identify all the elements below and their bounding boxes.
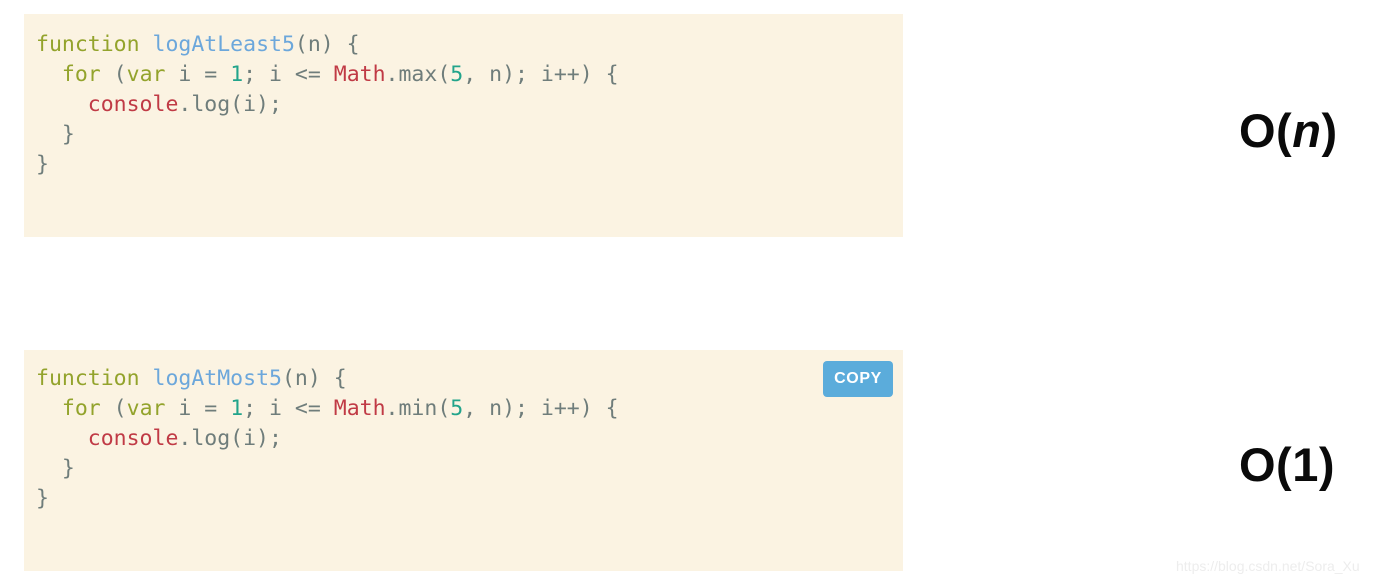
code-token: , n); i++) { <box>463 396 619 421</box>
watermark: https://blog.csdn.net/Sora_Xu <box>1176 558 1360 574</box>
code-token: 5 <box>450 396 464 421</box>
code-token: } <box>36 486 49 511</box>
code-block-log-at-least-5: function logAtLeast5(n) { for (var i = 1… <box>24 14 903 237</box>
code-text: function logAtMost5(n) { for (var i = 1;… <box>36 364 885 514</box>
code-token: .max( <box>385 62 451 87</box>
copy-button[interactable]: COPY <box>823 361 893 397</box>
code-token: function <box>36 366 140 391</box>
code-token: Math <box>333 396 386 421</box>
code-token: .min( <box>385 396 451 421</box>
code-token: ( <box>100 62 127 87</box>
code-token: Math <box>333 62 386 87</box>
code-token: } <box>36 152 49 177</box>
code-token: } <box>36 456 75 481</box>
code-token: ; i <= <box>243 62 334 87</box>
code-token: i = <box>165 396 231 421</box>
code-text: function logAtLeast5(n) { for (var i = 1… <box>36 30 885 180</box>
code-token: var <box>126 62 166 87</box>
code-token: , n); i++) { <box>463 62 619 87</box>
code-token: var <box>126 396 166 421</box>
code-token: .log(i); <box>178 92 282 117</box>
complexity-prefix: O( <box>1239 104 1293 157</box>
code-token: i = <box>165 62 231 87</box>
code-block-log-at-most-5: function logAtMost5(n) { for (var i = 1;… <box>24 350 903 571</box>
complexity-prefix: O( <box>1239 438 1293 491</box>
code-token: (n) { <box>294 32 360 57</box>
code-token: function <box>36 32 140 57</box>
code-token: 1 <box>230 396 244 421</box>
code-token: (n) { <box>281 366 347 391</box>
complexity-label-o1: O(1) <box>1239 437 1335 492</box>
complexity-constant: 1 <box>1292 438 1319 491</box>
code-token: 1 <box>230 62 244 87</box>
code-token: logAtLeast5 <box>152 32 295 57</box>
code-token: .log(i); <box>178 426 282 451</box>
complexity-variable: n <box>1292 104 1322 157</box>
complexity-suffix: ) <box>1318 438 1336 491</box>
complexity-suffix: ) <box>1321 104 1338 157</box>
code-token: console <box>87 426 179 451</box>
code-token: for <box>61 396 101 421</box>
code-token: ( <box>100 396 127 421</box>
complexity-label-on: O(n) <box>1239 103 1338 158</box>
code-token: for <box>61 62 101 87</box>
code-token: 5 <box>450 62 464 87</box>
code-token: ; i <= <box>243 396 334 421</box>
code-token: console <box>87 92 179 117</box>
code-token: logAtMost5 <box>152 366 282 391</box>
code-token: } <box>36 122 75 147</box>
